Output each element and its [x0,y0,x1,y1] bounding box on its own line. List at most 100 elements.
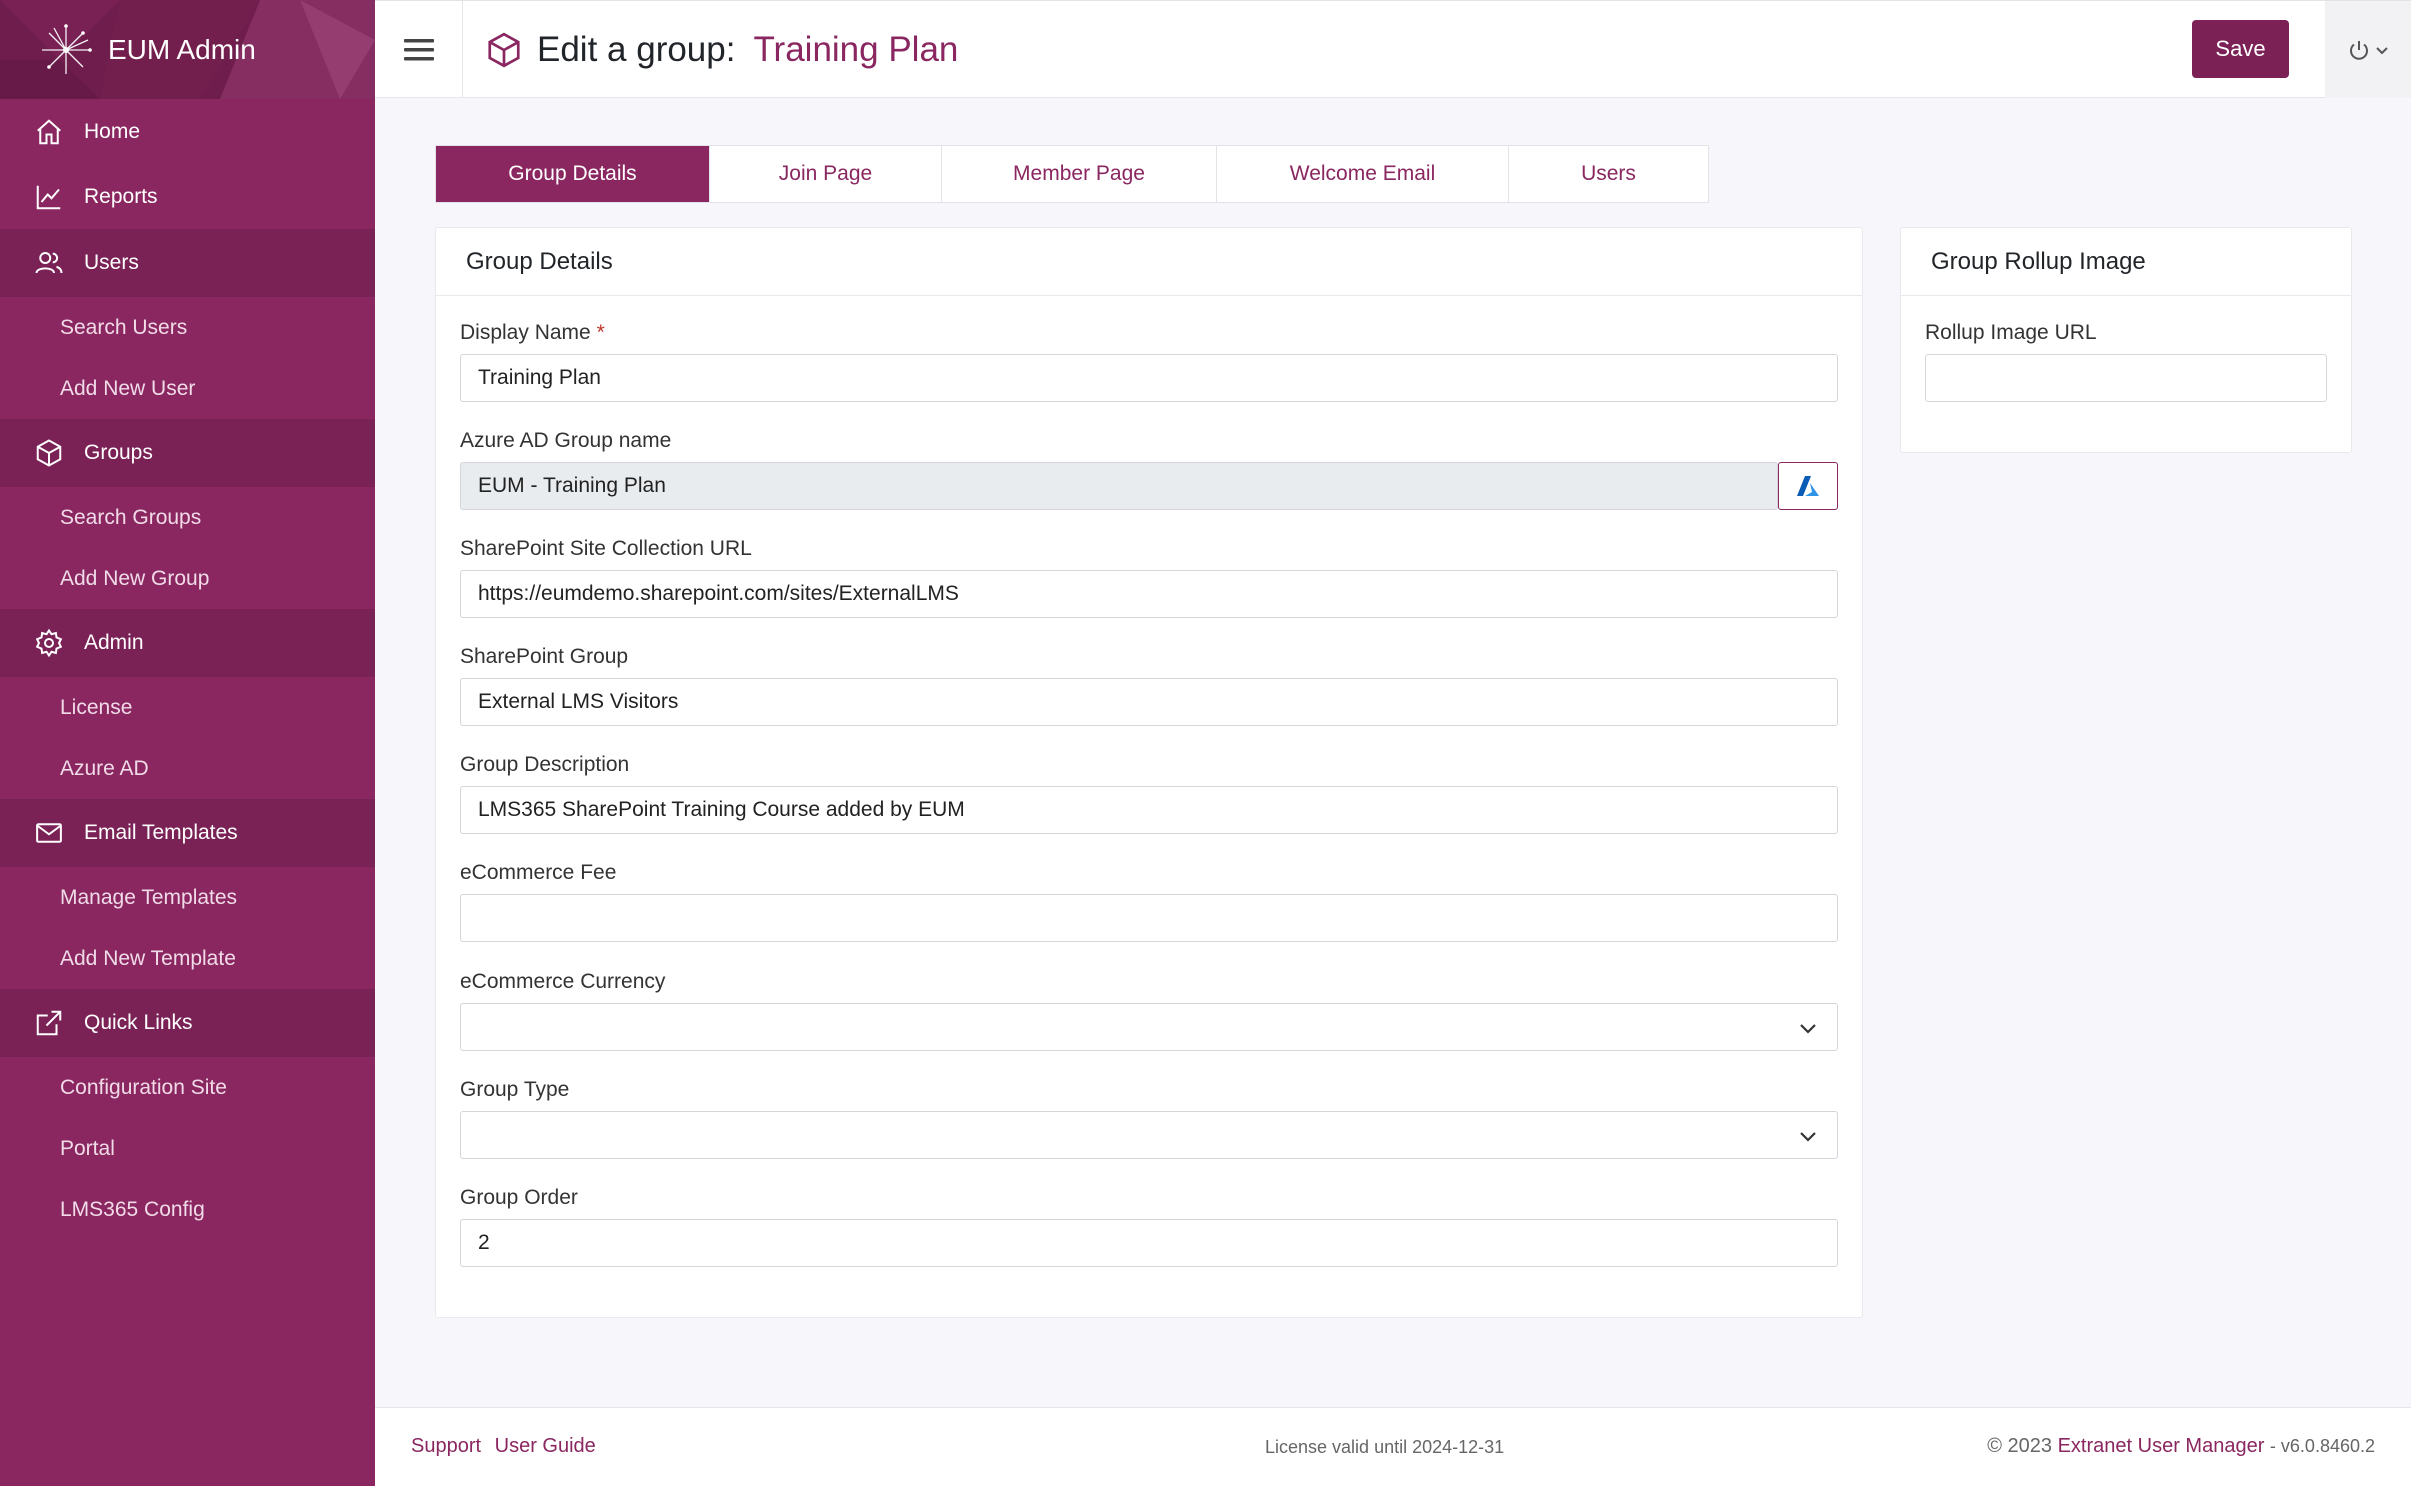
users-icon [34,248,64,278]
azure-icon [1797,476,1819,496]
group-type-select[interactable] [460,1111,1838,1159]
azure-lookup-button[interactable] [1778,462,1838,510]
sp-url-label: SharePoint Site Collection URL [460,537,752,560]
sidebar-item-label: Users [84,251,139,274]
app-title: EUM Admin [108,33,256,65]
currency-select[interactable] [460,1003,1838,1051]
display-name-input[interactable]: Training Plan [460,354,1838,402]
sidebar-nav: Home Reports Users Search Users Add New … [0,99,375,1240]
group-type-group: Group Type [460,1078,1838,1159]
sidebar-section-users[interactable]: Users [0,229,375,297]
save-button[interactable]: Save [2192,20,2289,78]
sidebar-item-home[interactable]: Home [0,99,375,164]
tab-join-page[interactable]: Join Page [710,146,942,202]
description-label: Group Description [460,753,630,776]
fee-group: eCommerce Fee [460,861,1838,942]
description-input[interactable]: LMS365 SharePoint Training Course added … [460,786,1838,834]
copyright-year: © 2023 [1987,1435,2053,1457]
sp-group-group: SharePoint Group External LMS Visitors [460,645,1838,726]
currency-group: eCommerce Currency [460,970,1838,1051]
support-link[interactable]: Support [411,1435,481,1457]
sp-url-input[interactable]: https://eumdemo.sharepoint.com/sites/Ext… [460,570,1838,618]
sp-url-group: SharePoint Site Collection URL https://e… [460,537,1838,618]
home-icon [34,117,64,147]
page-title: Edit a group: Training Plan [485,1,958,98]
sidebar-item-configuration-site[interactable]: Configuration Site [0,1057,375,1118]
sidebar-section-quick-links[interactable]: Quick Links [0,989,375,1057]
sidebar-item-label: Email Templates [84,821,238,844]
sidebar-item-reports[interactable]: Reports [0,164,375,229]
eum-logo [42,23,92,74]
rollup-url-input[interactable] [1925,354,2327,402]
sidebar-item-search-groups[interactable]: Search Groups [0,487,375,548]
sidebar-section-email-templates[interactable]: Email Templates [0,799,375,867]
footer: Support User Guide License valid until 2… [375,1407,2411,1486]
display-name-group: Display Name * Training Plan [460,321,1838,402]
tab-member-page[interactable]: Member Page [942,146,1217,202]
sidebar-item-azure-ad[interactable]: Azure AD [0,738,375,799]
chart-line-icon [34,182,64,212]
page-title-group-name: Training Plan [753,29,959,69]
sp-group-label: SharePoint Group [460,645,629,668]
external-link-icon [34,1008,64,1038]
top-header: Edit a group: Training Plan Save [375,0,2411,98]
card-heading: Group Rollup Image [1901,228,2351,296]
rollup-image-card: Group Rollup Image Rollup Image URL [1900,227,2352,453]
display-name-label: Display Name * [460,321,605,344]
group-type-label: Group Type [460,1078,570,1101]
copyright: © 2023 Extranet User Manager - v6.0.8460… [1987,1435,2375,1458]
currency-label: eCommerce Currency [460,970,666,993]
card-heading: Group Details [436,228,1862,296]
description-group: Group Description LMS365 SharePoint Trai… [460,753,1838,834]
sidebar: EUM Admin Home Reports Users Search User… [0,0,375,1486]
group-tabs: Group Details Join Page Member Page Welc… [435,145,1709,203]
cube-icon [34,438,64,468]
group-order-input[interactable]: 2 [460,1219,1838,1267]
sidebar-item-label: Home [84,119,141,143]
chevron-down-icon [1800,1024,1816,1034]
sidebar-item-manage-templates[interactable]: Manage Templates [0,867,375,928]
sidebar-item-portal[interactable]: Portal [0,1118,375,1179]
menu-toggle-button[interactable] [375,1,463,98]
sidebar-item-search-users[interactable]: Search Users [0,297,375,358]
tab-welcome-email[interactable]: Welcome Email [1217,146,1509,202]
sidebar-item-add-new-group[interactable]: Add New Group [0,548,375,609]
chevron-down-icon [2376,46,2388,54]
sidebar-section-admin[interactable]: Admin [0,609,375,677]
group-order-group: Group Order 2 [460,1186,1838,1267]
power-icon [2350,40,2368,60]
fee-label: eCommerce Fee [460,861,617,884]
sidebar-item-lms365-config[interactable]: LMS365 Config [0,1179,375,1240]
tab-users[interactable]: Users [1509,146,1708,202]
gear-icon [34,628,64,658]
sidebar-item-add-new-user[interactable]: Add New User [0,358,375,419]
tab-group-details[interactable]: Group Details [436,146,710,202]
sidebar-item-label: Reports [84,184,158,208]
sidebar-item-label: Quick Links [84,1011,193,1034]
footer-links: Support User Guide [411,1435,604,1458]
cube-icon [488,32,520,67]
brand-header: EUM Admin [0,0,375,99]
user-guide-link[interactable]: User Guide [495,1435,596,1457]
rollup-url-group: Rollup Image URL [1925,321,2327,402]
sidebar-item-label: Admin [84,631,144,654]
product-link[interactable]: Extranet User Manager [2058,1435,2265,1457]
sidebar-item-license[interactable]: License [0,677,375,738]
sp-group-input[interactable]: External LMS Visitors [460,678,1838,726]
license-status: License valid until 2024-12-31 [1265,1437,1505,1457]
chevron-down-icon [1800,1132,1816,1142]
envelope-icon [34,818,64,848]
page-title-prefix: Edit a group: [537,29,736,69]
azure-group-group: Azure AD Group name EUM - Training Plan [460,429,1838,510]
group-details-card: Group Details Display Name * Training Pl… [435,227,1863,1318]
user-power-menu[interactable] [2325,1,2411,98]
required-marker: * [596,321,605,344]
sidebar-item-add-new-template[interactable]: Add New Template [0,928,375,989]
sidebar-section-groups[interactable]: Groups [0,419,375,487]
fee-input[interactable] [460,894,1838,942]
azure-group-label: Azure AD Group name [460,429,672,452]
group-order-label: Group Order [460,1186,578,1209]
hamburger-icon [403,38,434,60]
azure-group-input: EUM - Training Plan [460,462,1778,510]
sidebar-item-label: Groups [84,441,153,464]
